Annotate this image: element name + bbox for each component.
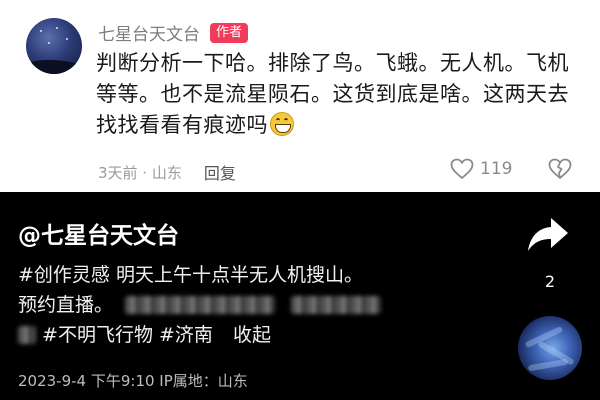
comment-text: 判断分析一下哈。排除了鸟。飞蛾。无人机。飞机等等。也不是流星陨石。这货到底是啥。… — [96, 48, 576, 141]
collapse-button[interactable]: 收起 — [233, 324, 271, 346]
video-info-area: @七星台天文台 #创作灵感 明天上午十点半无人机搜山。 预约直播。 #不明飞行物… — [0, 192, 600, 400]
heart-outline-icon — [450, 158, 474, 180]
hashtag-ufo[interactable]: #不明飞行物 — [42, 324, 153, 346]
share-count: 2 — [544, 272, 556, 291]
caption-line-1: #创作灵感 明天上午十点半无人机搜山。 — [18, 260, 498, 290]
caption-text-1: 明天上午十点半无人机搜山。 — [115, 264, 363, 286]
avatar-star — [48, 42, 50, 44]
hashtag-creation[interactable]: #创作灵感 — [18, 264, 110, 286]
reply-button[interactable]: 回复 — [204, 160, 236, 184]
caption-line-2: 预约直播。 — [18, 290, 498, 320]
comment-card: 七星台天文台 作者 判断分析一下哈。排除了鸟。飞蛾。无人机。飞机等等。也不是流星… — [0, 0, 600, 192]
post-meta: 2023-9-4 下午9:10 IP属地：山东 — [18, 372, 248, 390]
comment-meta: 3天前 · 山东 回复 — [98, 160, 236, 184]
broken-heart-icon — [548, 158, 572, 179]
caption-text-2: 预约直播。 — [18, 294, 114, 316]
avatar-star — [66, 38, 68, 40]
blurred-text — [18, 326, 36, 344]
emoji-mouth — [275, 124, 291, 133]
dislike-button[interactable] — [548, 158, 572, 184]
post-caption: #创作灵感 明天上午十点半无人机搜山。 预约直播。 #不明飞行物 #济南 收起 — [18, 260, 498, 350]
author-avatar[interactable] — [26, 18, 82, 74]
like-count: 119 — [480, 159, 513, 179]
like-button[interactable]: 119 — [450, 158, 512, 180]
blurred-text — [125, 296, 276, 314]
comment-time-location: 3天前 · 山东 — [98, 163, 182, 182]
grin-emoji-icon — [270, 112, 294, 136]
avatar-mountain — [26, 60, 82, 74]
account-handle[interactable]: @七星台天文台 — [18, 216, 179, 250]
comment-body: 判断分析一下哈。排除了鸟。飞蛾。无人机。飞机等等。也不是流星陨石。这货到底是啥。… — [96, 51, 569, 137]
avatar-star — [56, 27, 58, 29]
author-name[interactable]: 七星台天文台 — [98, 20, 200, 45]
share-arrow-icon — [528, 218, 568, 251]
share-button[interactable] — [526, 214, 570, 256]
author-row: 七星台天文台 作者 — [98, 20, 249, 45]
blurred-text — [291, 296, 382, 314]
avatar-texture — [527, 358, 569, 372]
caption-line-3: #不明飞行物 #济南 收起 — [18, 320, 498, 350]
hashtag-jinan[interactable]: #济南 — [159, 324, 213, 346]
avatar-star — [40, 30, 42, 32]
author-badge: 作者 — [210, 22, 249, 43]
account-avatar[interactable] — [518, 316, 582, 380]
